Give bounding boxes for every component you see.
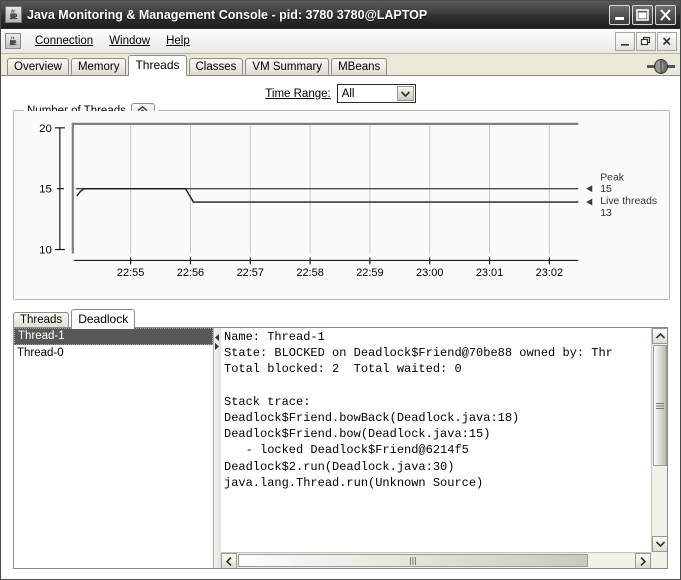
deadlock-split-pane: Thread-1 Thread-0 Name: Thread-1 State: … (13, 327, 668, 569)
tab-vm-summary[interactable]: VM Summary (245, 58, 330, 75)
tab-overview[interactable]: Overview (7, 58, 69, 75)
split-pane-divider[interactable] (214, 328, 221, 568)
legend-label-live-threads: Live threads (600, 196, 657, 207)
application-window: Java Monitoring & Management Console - p… (0, 0, 681, 580)
svg-text:23:01: 23:01 (476, 267, 503, 279)
menu-connection[interactable]: Connection (27, 32, 101, 50)
svg-text:22:58: 22:58 (296, 267, 323, 279)
menu-help-label: Help (166, 35, 190, 47)
svg-text:15: 15 (39, 184, 52, 196)
detail-vertical-scrollbar[interactable] (651, 328, 667, 552)
detail-horizontal-scrollbar[interactable] (221, 552, 651, 568)
window-title: Java Monitoring & Management Console - p… (27, 7, 428, 22)
threads-tab-content: Time Range: All Number of Threads 20 15 … (1, 75, 680, 579)
list-item[interactable]: Thread-0 (14, 345, 213, 361)
tab-scroll-handle-icon[interactable] (646, 59, 676, 74)
horizontal-scroll-thumb[interactable] (238, 554, 588, 567)
lower-tabstrip: Threads Deadlock (13, 308, 137, 329)
legend-label-peak: Peak (600, 172, 625, 183)
number-of-threads-panel: Number of Threads 20 15 10 22:55 22:56 2… (13, 102, 670, 300)
svg-text:10: 10 (39, 245, 52, 257)
java-cup-icon (5, 33, 21, 49)
svg-text:22:55: 22:55 (117, 267, 144, 279)
svg-text:23:00: 23:00 (416, 267, 443, 279)
window-close-button[interactable] (655, 4, 676, 25)
svg-text:23:02: 23:02 (536, 267, 563, 279)
window-titlebar: Java Monitoring & Management Console - p… (1, 1, 680, 29)
mdi-close-button[interactable] (657, 31, 677, 51)
main-tabstrip: Overview Memory Threads Classes VM Summa… (1, 54, 680, 76)
menu-window-label: Window (109, 35, 151, 47)
mdi-minimize-button[interactable] (615, 31, 635, 51)
thread-list[interactable]: Thread-1 Thread-0 (14, 328, 214, 568)
menubar: Connection Window Help (1, 29, 680, 54)
mdi-window-controls (615, 31, 677, 51)
window-maximize-button[interactable] (632, 4, 653, 25)
tab-classes[interactable]: Classes (188, 58, 244, 75)
split-collapse-right-icon[interactable] (215, 343, 220, 350)
menu-connection-label: Connection (35, 35, 94, 47)
window-minimize-button[interactable] (609, 4, 630, 25)
lower-section: Threads Deadlock Thread-1 Thread-0 Name:… (1, 308, 680, 579)
time-range-row: Time Range: All (1, 84, 680, 103)
svg-text:20: 20 (39, 123, 52, 135)
lower-tab-threads[interactable]: Threads (13, 312, 70, 328)
lower-tab-deadlock[interactable]: Deadlock (71, 309, 136, 329)
time-range-value: All (341, 87, 355, 100)
mdi-restore-button[interactable] (636, 31, 656, 51)
time-range-label: Time Range: (265, 88, 330, 100)
chevron-right-icon[interactable] (635, 553, 651, 568)
chevron-up-icon[interactable] (652, 328, 667, 344)
chevron-down-icon[interactable] (652, 536, 667, 552)
svg-text:22:57: 22:57 (237, 267, 264, 279)
menu-help[interactable]: Help (158, 32, 198, 50)
split-collapse-left-icon[interactable] (215, 334, 220, 341)
svg-text:22:59: 22:59 (356, 267, 383, 279)
legend-value-live-threads: 13 (600, 208, 612, 219)
tab-mbeans[interactable]: MBeans (331, 58, 388, 75)
thread-detail-pane: Name: Thread-1 State: BLOCKED on Deadloc… (221, 328, 667, 568)
vertical-scroll-thumb[interactable] (653, 345, 667, 466)
tab-threads[interactable]: Threads (128, 55, 187, 76)
svg-text:22:56: 22:56 (177, 267, 204, 279)
chevron-left-icon[interactable] (221, 553, 237, 568)
window-controls (609, 4, 676, 25)
tab-memory[interactable]: Memory (70, 58, 127, 75)
java-cup-icon (5, 6, 22, 23)
legend-value-peak: 15 (600, 184, 612, 195)
thread-detail-text[interactable]: Name: Thread-1 State: BLOCKED on Deadloc… (224, 329, 651, 552)
list-item[interactable]: Thread-1 (14, 328, 213, 345)
menu-window[interactable]: Window (101, 32, 158, 50)
scrollbar-corner (651, 552, 667, 568)
time-range-label-text: Time Range: (265, 87, 331, 100)
chevron-down-icon[interactable] (396, 86, 414, 101)
time-range-select[interactable]: All (336, 84, 416, 103)
threads-line-chart: 20 15 10 22:55 22:56 22:57 22:58 22:59 2… (14, 111, 669, 299)
